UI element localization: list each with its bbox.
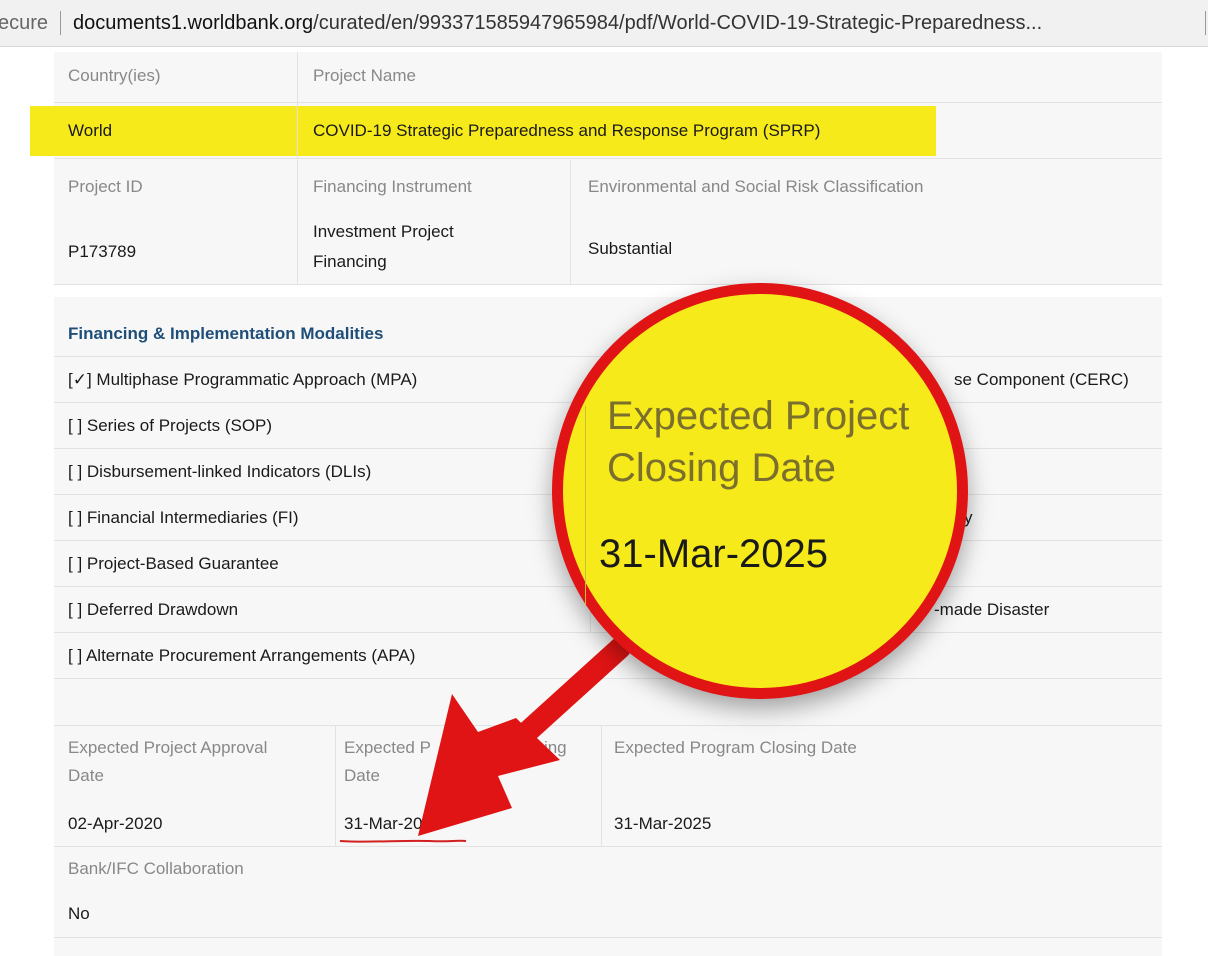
closing-date-underline — [339, 839, 467, 843]
callout-line2: Closing Date — [607, 446, 837, 490]
callout-line1: Expected Project — [607, 394, 910, 438]
callout-heading: Expected Project Closing Date — [607, 390, 909, 494]
callout-date: 31-Mar-2025 — [599, 532, 829, 576]
magnifier-callout: Expected Project Closing Date 31-Mar-202… — [552, 283, 968, 699]
callout-cell-divider — [585, 406, 586, 606]
